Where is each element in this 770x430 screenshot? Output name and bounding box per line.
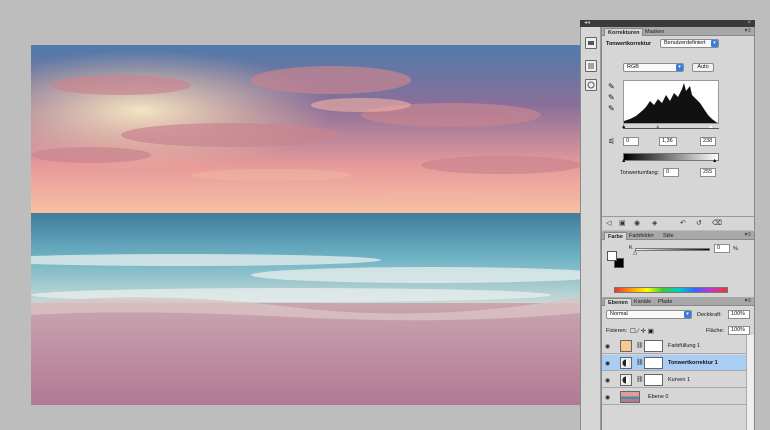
previous-state-icon[interactable]: ↶ (680, 219, 686, 227)
layer-name: Farbfüllung 1 (668, 343, 701, 349)
opacity-field[interactable]: 100% (728, 310, 750, 319)
return-icon[interactable]: ◁ (606, 219, 611, 227)
channel-value: RGB (627, 64, 639, 70)
reset-icon[interactable]: ↺ (696, 219, 702, 227)
adjustment-title: Tonwertkorrektur (606, 41, 652, 47)
output-black-handle[interactable]: ▲ (621, 158, 626, 164)
layer-mask-thumbnail[interactable] (644, 357, 663, 369)
tab-pfade[interactable]: Pfade (655, 298, 675, 306)
input-slider-track[interactable] (623, 128, 719, 129)
tab-stile[interactable]: Stile (660, 232, 677, 240)
levels-adjustment-icon (620, 357, 632, 369)
layer-mask-thumbnail[interactable] (644, 374, 663, 386)
beach-photo (31, 45, 580, 405)
black-point-handle[interactable]: ▲ (621, 124, 626, 130)
layers-tabbar: Ebenen Kanäle Pfade ▾≡ (602, 297, 754, 306)
panel-dock-header[interactable]: ◂◂ × (580, 20, 755, 27)
blend-mode-value: Normal (610, 311, 628, 317)
layer-row[interactable]: ◉ Ebene 0 (602, 389, 754, 405)
gamma-handle[interactable]: ▲ (655, 124, 660, 130)
input-black-field[interactable]: 0 (623, 137, 639, 146)
layer-row[interactable]: ◉ ⛓ Kurven 1 (602, 372, 754, 388)
expand-view-icon[interactable]: ▣ (619, 219, 626, 227)
output-white-field[interactable]: 255 (700, 168, 716, 177)
k-slider-handle[interactable]: △ (633, 250, 637, 256)
color-panel: Farbe Farbfelder Stile ▾≡ K △ 0 % (601, 231, 755, 297)
blend-mode-select[interactable]: Normal ▾ (606, 310, 692, 319)
preset-value: Benutzerdefiniert (664, 40, 706, 46)
info-icon[interactable] (585, 79, 597, 91)
k-value-field[interactable]: 0 (714, 244, 730, 253)
adjustments-footer: ◁ ▣ ◉ ◈ ↶ ↺ ⌫ (602, 216, 754, 228)
chain-icon[interactable]: ⛓ (636, 376, 644, 383)
layer-row[interactable]: ◉ ⛓ Tonwertkorrektur 1 (602, 355, 754, 371)
history-icon[interactable] (585, 60, 597, 72)
tab-kanaele[interactable]: Kanäle (631, 298, 654, 306)
eye-icon[interactable]: ◉ (605, 343, 610, 350)
histogram (623, 80, 719, 124)
color-tabbar: Farbe Farbfelder Stile ▾≡ (602, 231, 754, 240)
layer-name: Kurven 1 (668, 377, 691, 383)
fill-layer-thumbnail (620, 340, 632, 352)
tab-masken[interactable]: Masken (642, 28, 667, 36)
output-label: Tonwertumfang: (620, 170, 660, 176)
panel-menu-icon[interactable]: ▾≡ (744, 297, 751, 306)
eyedropper-gray-icon[interactable]: ✎ (608, 93, 615, 102)
adjustments-panel: Korrekturen Masken ▾≡ Tonwertkorrektur B… (601, 27, 755, 230)
percent-label: % (733, 246, 738, 252)
output-white-handle[interactable]: ▲ (712, 158, 717, 164)
input-white-field[interactable]: 238 (700, 137, 716, 146)
layer-row[interactable]: ◉ ⛓ Farbfüllung 1 (602, 338, 754, 354)
eye-icon[interactable]: ◉ (605, 394, 610, 401)
output-gradient (623, 153, 719, 161)
k-slider[interactable] (635, 248, 710, 251)
panel-icon-strip (580, 27, 601, 430)
preset-select[interactable]: Benutzerdefiniert ▾ (660, 39, 719, 48)
opacity-label: Deckkraft: (697, 312, 722, 318)
channel-select[interactable]: RGB ▾ (623, 63, 684, 72)
clip-layer-icon[interactable]: ◉ (634, 219, 640, 227)
adjustments-icon[interactable] (585, 37, 597, 49)
curves-adjustment-icon (620, 374, 632, 386)
tab-korrekturen[interactable]: Korrekturen (604, 28, 644, 36)
auto-button[interactable]: Auto (692, 63, 714, 72)
layer-name: Ebene 0 (648, 394, 669, 400)
input-gamma-field[interactable]: 1,36 (659, 137, 677, 146)
layers-scrollbar[interactable] (746, 335, 754, 430)
chevron-down-icon: ▾ (711, 40, 718, 47)
layers-panel: Ebenen Kanäle Pfade ▾≡ Normal ▾ Deckkraf… (601, 297, 755, 430)
chevron-down-icon: ▾ (684, 311, 691, 318)
tab-farbe[interactable]: Farbe (604, 232, 627, 240)
white-point-handle[interactable]: ▲ (708, 124, 713, 130)
tab-farbfelder[interactable]: Farbfelder (626, 232, 657, 240)
trash-icon[interactable]: ⌫ (712, 219, 722, 227)
output-black-field[interactable]: 0 (663, 168, 679, 177)
visibility-icon[interactable]: ◈ (652, 219, 657, 227)
panel-menu-icon[interactable]: ▾≡ (744, 231, 751, 240)
color-spectrum[interactable] (614, 287, 728, 293)
histogram-graph (624, 83, 718, 123)
layer-mask-thumbnail[interactable] (644, 340, 663, 352)
eyedropper-black-icon[interactable]: ✎ (608, 82, 615, 91)
document-canvas[interactable] (31, 45, 580, 405)
collapse-icon[interactable]: ◂◂ (584, 20, 590, 27)
close-icon[interactable]: × (747, 20, 751, 27)
lock-label: Fixieren: (606, 328, 628, 334)
eye-icon[interactable]: ◉ (605, 377, 610, 384)
chain-icon[interactable]: ⛓ (636, 359, 644, 366)
fill-field[interactable]: 100% (728, 326, 750, 335)
chevron-down-icon: ▾ (676, 64, 683, 71)
panel-menu-icon[interactable]: ▾≡ (744, 27, 751, 36)
fill-label: Fläche: (706, 328, 725, 334)
layer-name: Tonwertkorrektur 1 (668, 360, 718, 366)
image-layer-thumbnail (620, 391, 640, 403)
tab-ebenen[interactable]: Ebenen (604, 298, 632, 306)
eyedropper-white-icon[interactable]: ✎ (608, 104, 615, 113)
clipping-icon[interactable]: ⚟ (608, 137, 615, 146)
eye-icon[interactable]: ◉ (605, 360, 610, 367)
adjustments-tabbar: Korrekturen Masken ▾≡ (602, 27, 754, 36)
lock-icon[interactable]: ☐ ⁄ ✛ ▣ (630, 327, 654, 335)
foreground-color-swatch[interactable] (607, 251, 617, 261)
chain-icon[interactable]: ⛓ (636, 342, 644, 349)
